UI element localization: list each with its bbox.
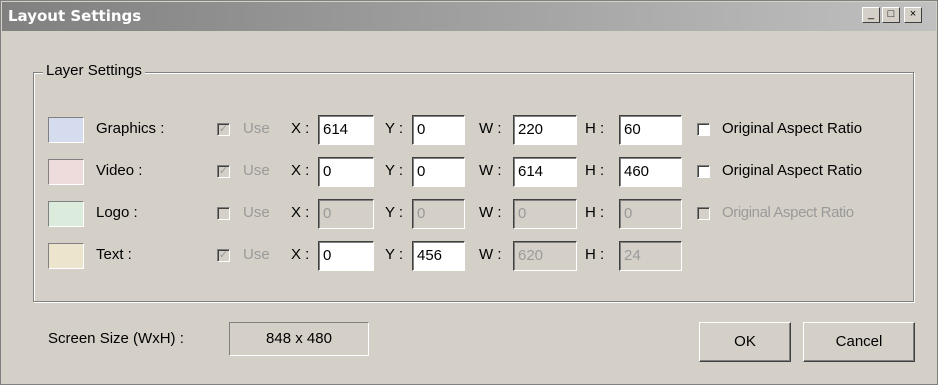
use-label: Use (243, 162, 270, 179)
layer-color-swatch[interactable] (48, 159, 84, 185)
layer-color-swatch[interactable] (48, 243, 84, 269)
minimize-button[interactable]: _ (862, 7, 880, 23)
h-input[interactable]: 60 (619, 115, 682, 145)
maximize-button[interactable]: □ (882, 7, 900, 23)
y-input[interactable]: 0 (412, 115, 465, 145)
w-label: W : (479, 120, 502, 137)
original-aspect-ratio-label: Original Aspect Ratio (722, 120, 863, 137)
original-aspect-ratio-label: Original Aspect Ratio (722, 204, 854, 221)
x-label: X : (291, 246, 310, 263)
h-label: H : (585, 162, 605, 179)
layer-name-label: Video : (96, 162, 143, 179)
w-input: 620 (513, 241, 577, 271)
layer-name-label: Text : (96, 246, 132, 263)
x-input: 0 (318, 199, 374, 229)
w-label: W : (479, 204, 502, 221)
original-aspect-ratio-checkbox (697, 207, 710, 220)
w-label: W : (479, 162, 502, 179)
layer-name-label: Graphics : (96, 120, 165, 137)
y-input[interactable]: 0 (412, 157, 465, 187)
use-label: Use (243, 204, 270, 221)
y-input[interactable]: 456 (412, 241, 465, 271)
use-checkbox: ✓ (217, 165, 230, 178)
h-label: H : (585, 204, 605, 221)
layer-settings-label: Layer Settings (43, 62, 145, 79)
close-button[interactable]: × (904, 7, 922, 23)
layer-color-swatch[interactable] (48, 117, 84, 143)
w-input[interactable]: 220 (513, 115, 577, 145)
original-aspect-ratio-checkbox[interactable] (697, 123, 710, 136)
y-label: Y : (385, 204, 404, 221)
screen-size-value: 848 x 480 (229, 322, 369, 356)
original-aspect-ratio-label: Original Aspect Ratio (722, 162, 863, 179)
use-label: Use (243, 246, 270, 263)
y-label: Y : (385, 162, 404, 179)
original-aspect-ratio-checkbox[interactable] (697, 165, 710, 178)
x-label: X : (291, 204, 310, 221)
h-input: 24 (619, 241, 682, 271)
x-input[interactable]: 0 (318, 157, 374, 187)
window-title: Layout Settings (8, 7, 142, 25)
layer-color-swatch[interactable] (48, 201, 84, 227)
title-bar[interactable]: Layout Settings _ □ × (2, 2, 936, 31)
ok-button[interactable]: OK (699, 322, 791, 362)
cancel-button[interactable]: Cancel (803, 322, 915, 362)
use-checkbox: ✓ (217, 123, 230, 136)
use-checkbox (217, 207, 230, 220)
use-checkbox: ✓ (217, 249, 230, 262)
x-label: X : (291, 162, 310, 179)
screen-size-label: Screen Size (WxH) : (48, 330, 184, 347)
h-label: H : (585, 120, 605, 137)
w-input[interactable]: 614 (513, 157, 577, 187)
layer-name-label: Logo : (96, 204, 138, 221)
use-label: Use (243, 120, 270, 137)
h-input: 0 (619, 199, 682, 229)
w-input: 0 (513, 199, 577, 229)
layer-settings-group (33, 72, 914, 302)
w-label: W : (479, 246, 502, 263)
x-input[interactable]: 614 (318, 115, 374, 145)
x-label: X : (291, 120, 310, 137)
h-label: H : (585, 246, 605, 263)
h-input[interactable]: 460 (619, 157, 682, 187)
y-label: Y : (385, 120, 404, 137)
x-input[interactable]: 0 (318, 241, 374, 271)
y-input: 0 (412, 199, 465, 229)
y-label: Y : (385, 246, 404, 263)
